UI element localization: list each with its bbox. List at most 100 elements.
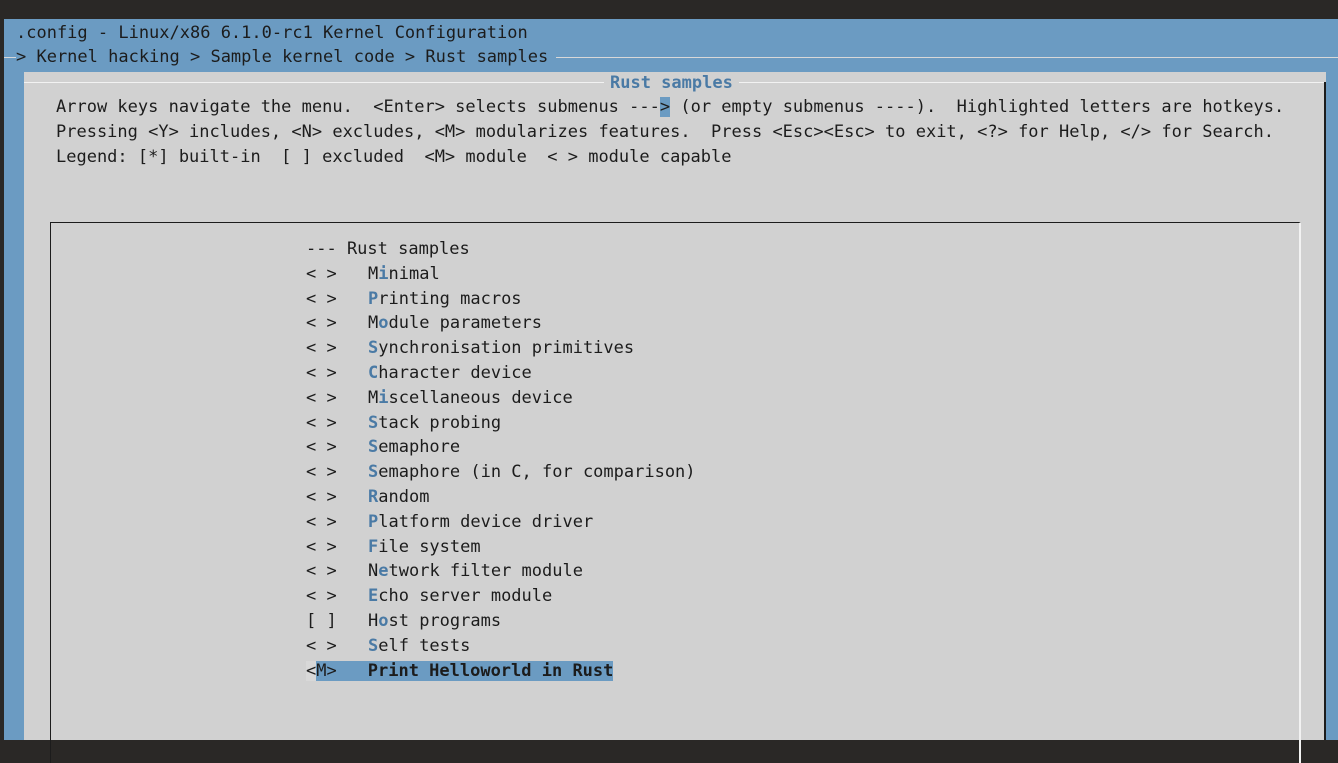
menu-item[interactable]: < > Synchronisation primitives [306, 336, 696, 361]
hotkey-letter: i [378, 387, 389, 408]
menu-item-marker[interactable]: < > [306, 510, 368, 535]
hotkey-letter: S [368, 635, 379, 656]
label-text: M [368, 387, 379, 408]
menu-item[interactable]: < > Printing macros [306, 287, 696, 312]
selected-highlight[interactable]: <M> Print Helloworld in Rust [306, 660, 614, 681]
menu-item-marker[interactable]: < > [306, 584, 368, 609]
label-text: haracter device [378, 362, 532, 383]
label-text: emaphore (in C, for comparison) [378, 462, 696, 483]
menu-item-marker[interactable]: < > [306, 336, 368, 361]
hotkey-letter: E [368, 586, 379, 607]
menu-item-label: Minimal [368, 264, 440, 284]
dialog-title: Rust samples [604, 72, 739, 94]
menu-item[interactable]: < > File system [306, 535, 696, 560]
label-text: nimal [388, 263, 440, 284]
menu-item[interactable]: < > Network filter module [306, 559, 696, 584]
menu-item-label: Echo server module [368, 586, 552, 606]
help-text: Arrow keys navigate the menu. <Enter> se… [56, 95, 1284, 170]
menu-box: --- Rust samples < > Minimal < > Printing m… [50, 222, 1301, 763]
label-text: H [368, 610, 379, 631]
menu-item-marker[interactable]: < > [306, 386, 368, 411]
menu-header: --- Rust samples [306, 239, 470, 259]
menu-item-label: Platform device driver [368, 512, 593, 532]
menu-item-marker[interactable]: < > [306, 634, 368, 659]
menu-item-marker[interactable]: < > [306, 287, 368, 312]
menu-item[interactable]: < > Module parameters [306, 311, 696, 336]
label-text: ynchronisation primitives [378, 338, 635, 359]
hotkey-letter: P [368, 511, 379, 532]
menu-item-label: Printing macros [368, 289, 522, 309]
label-text: elf tests [378, 635, 471, 656]
menu-item[interactable]: < > Random [306, 485, 696, 510]
menu-item[interactable]: < > Semaphore [306, 435, 696, 460]
label-text: scellaneous device [388, 387, 573, 408]
label-text: st programs [388, 610, 502, 631]
menu-item-marker[interactable]: [ ] [306, 609, 368, 634]
menu-item-label: Character device [368, 363, 532, 383]
menu-item[interactable]: < > Echo server module [306, 584, 696, 609]
menu-item[interactable]: < > Minimal [306, 262, 696, 287]
menu-item[interactable]: [ ] Host programs [306, 609, 696, 634]
hotkey-letter: F [368, 536, 379, 557]
menu-item-label: File system [368, 537, 481, 557]
menu-item-marker[interactable]: < > [306, 311, 368, 336]
breadcrumb: > Kernel hacking > Sample kernel code > … [16, 46, 557, 68]
hotkey-letter: C [368, 362, 379, 383]
menu-item-marker[interactable]: < > [306, 535, 368, 560]
menuconfig-dialog: Rust samples Arrow keys navigate the men… [24, 72, 1326, 763]
dialog-right-border [1324, 82, 1326, 740]
menu-item-label: Host programs [368, 611, 501, 631]
menu-item-label: Miscellaneous device [368, 388, 573, 408]
label-text: andom [378, 486, 430, 507]
menu-item-label: Stack probing [368, 413, 501, 433]
menu-item[interactable]: < > Platform device driver [306, 510, 696, 535]
menu-item[interactable]: < > Self tests [306, 634, 696, 659]
menu-item[interactable]: < > Character device [306, 361, 696, 386]
label-text: latform device driver [378, 511, 594, 532]
menu-item-label: Random [368, 487, 429, 507]
label-text: M [368, 263, 379, 284]
hotkey-letter: o [378, 313, 389, 334]
hotkey-letter: o [378, 610, 389, 631]
menu-item-marker[interactable]: < > [306, 262, 368, 287]
menu-item[interactable]: < > Stack probing [306, 411, 696, 436]
menu-item-label: Semaphore (in C, for comparison) [368, 462, 696, 482]
menu-item-marker[interactable]: < > [306, 411, 368, 436]
selected-marker-open: < [306, 660, 317, 681]
menu-item[interactable]: < > Miscellaneous device [306, 386, 696, 411]
hotkey-letter: R [368, 486, 379, 507]
label-text: dule parameters [388, 313, 543, 334]
menu-list: --- Rust samples < > Minimal < > Printing m… [306, 237, 696, 683]
menu-item-label: Self tests [368, 636, 470, 656]
menu-item-label: Synchronisation primitives [368, 338, 634, 358]
menu-item-selected[interactable]: <M> Print Helloworld in Rust [306, 659, 696, 684]
menu-item-label: Semaphore [368, 437, 460, 457]
menu-item-marker[interactable]: < > [306, 460, 368, 485]
label-text: M [368, 313, 379, 334]
menu-item-label: Module parameters [368, 313, 542, 333]
label-text: emaphore [378, 437, 461, 458]
menu-item-marker[interactable]: < > [306, 485, 368, 510]
menu-item-marker[interactable]: < > [306, 361, 368, 386]
menu-item-marker[interactable]: < > [306, 435, 368, 460]
selected-marker-value[interactable]: M [316, 660, 327, 681]
label-text: tack probing [378, 412, 502, 433]
selected-marker-close: > [326, 660, 337, 681]
label-text: ile system [378, 536, 481, 557]
submenu-indicator: > [659, 97, 671, 117]
menu-item[interactable]: < > Semaphore (in C, for comparison) [306, 460, 696, 485]
selected-label: Print Helloworld in Rust [367, 660, 614, 681]
hotkey-letter: S [368, 412, 379, 433]
label-text: rinting macros [378, 288, 522, 309]
label-text: twork filter module [388, 561, 583, 582]
help-line-3: Legend: [*] built-in [ ] excluded <M> mo… [56, 147, 732, 167]
terminal-screen: .config - Linux/x86 6.1.0-rc1 Kernel Con… [4, 19, 1338, 763]
help-line-1: Arrow keys navigate the menu. <Enter> se… [56, 97, 1285, 117]
hotkey-letter: S [368, 338, 379, 359]
menu-item-marker[interactable]: < > [306, 559, 368, 584]
help-line-2: Pressing <Y> includes, <N> excludes, <M>… [56, 122, 1274, 142]
hotkey-letter: S [368, 437, 379, 458]
hotkey-letter: P [368, 288, 379, 309]
hotkey-letter: e [378, 561, 389, 582]
window-title: .config - Linux/x86 6.1.0-rc1 Kernel Con… [16, 23, 528, 43]
